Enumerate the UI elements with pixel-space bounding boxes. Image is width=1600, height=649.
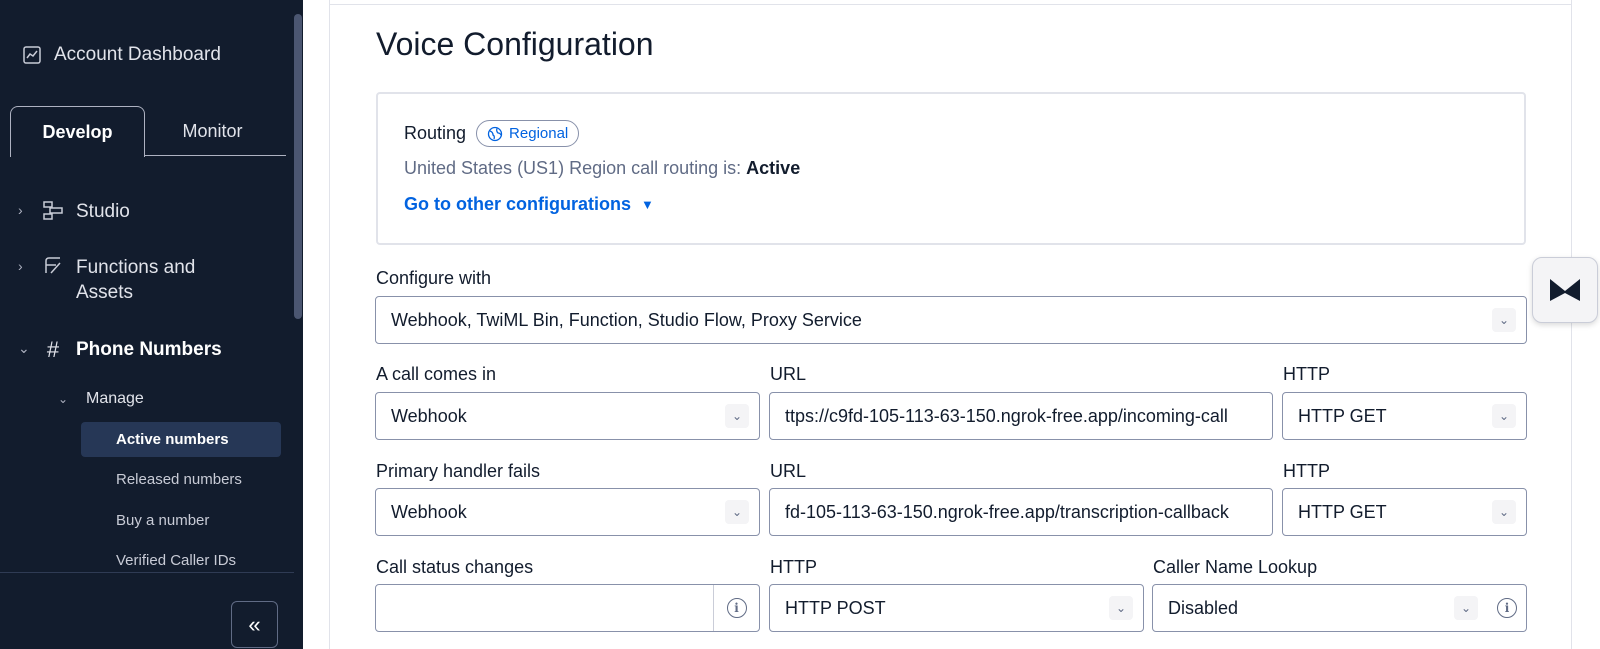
sidebar-item-buy-number[interactable]: Buy a number (81, 503, 281, 538)
primary-fails-url-value: fd-105-113-63-150.ngrok-free.app/transcr… (785, 501, 1229, 522)
chevron-down-icon: ▼ (641, 197, 654, 212)
call-comes-in-url-input[interactable]: ttps://c9fd-105-113-63-150.ngrok-free.ap… (769, 392, 1273, 440)
sidebar-item-label: Manage (86, 390, 144, 407)
region-status-value: Active (746, 158, 801, 178)
regional-badge-label: Regional (509, 125, 569, 142)
status-changes-label: Call status changes (376, 557, 534, 577)
status-changes-input[interactable]: i (375, 584, 760, 632)
chevron-down-icon: ⌄ (1109, 596, 1133, 620)
chevron-down-icon: ⌄ (18, 340, 30, 356)
chevron-down-icon: ⌄ (1492, 308, 1516, 332)
chart-icon (23, 46, 41, 64)
call-comes-in-label: A call comes in (376, 364, 497, 384)
call-comes-in-http-select[interactable]: HTTP GET ⌄ (1282, 392, 1527, 440)
call-comes-in-url-label: URL (770, 364, 807, 384)
sidebar-item-phone-numbers[interactable]: ⌄ # Phone Numbers (18, 337, 222, 363)
call-comes-in-http-label: HTTP (1283, 364, 1330, 384)
collapse-sidebar-button[interactable]: « (231, 601, 278, 648)
primary-fails-url-input[interactable]: fd-105-113-63-150.ngrok-free.app/transcr… (769, 488, 1273, 536)
other-configurations-label: Go to other configurations (404, 194, 631, 214)
configure-with-value: Webhook, TwiML Bin, Function, Studio Flo… (391, 309, 862, 330)
chevron-down-icon: ⌄ (1492, 500, 1516, 524)
function-icon (42, 255, 64, 283)
chevron-down-icon: ⌄ (58, 392, 69, 406)
routing-panel: Routing Regional United States (US1) Reg… (376, 92, 1526, 245)
primary-fails-http-select[interactable]: HTTP GET ⌄ (1282, 488, 1527, 536)
sidebar-divider (0, 572, 294, 573)
content-border-right (1571, 0, 1572, 649)
sidebar: Account Dashboard Develop Monitor › Stud… (0, 0, 303, 649)
info-icon: i (726, 598, 747, 618)
chevron-down-icon: ⌄ (725, 404, 749, 428)
caller-lookup-label: Caller Name Lookup (1153, 557, 1318, 577)
primary-fails-http-label: HTTP (1283, 461, 1330, 481)
primary-fails-http-value: HTTP GET (1298, 501, 1387, 522)
flow-icon (42, 199, 64, 227)
content-border-left (329, 0, 330, 649)
info-button[interactable]: i (713, 585, 759, 631)
chevron-down-icon: ⌄ (1492, 404, 1516, 428)
caller-lookup-value: Disabled (1168, 597, 1239, 618)
chevron-right-icon: › (18, 202, 23, 218)
configure-with-select[interactable]: Webhook, TwiML Bin, Function, Studio Flo… (375, 296, 1527, 344)
primary-fails-url-label: URL (770, 461, 807, 481)
primary-fails-label: Primary handler fails (376, 461, 541, 481)
floating-help-widget[interactable] (1532, 257, 1598, 323)
chevron-right-icon: › (18, 258, 23, 274)
status-changes-http-value: HTTP POST (785, 597, 886, 618)
chevron-down-icon: ⌄ (725, 500, 749, 524)
chevron-logo-icon (1550, 279, 1580, 301)
sidebar-scrollbar[interactable] (294, 14, 302, 319)
sidebar-item-label: Studio (76, 201, 130, 222)
call-comes-in-value: Webhook (391, 405, 467, 426)
sidebar-item-released-numbers[interactable]: Released numbers (81, 462, 281, 497)
chevron-down-icon: ⌄ (1454, 596, 1478, 620)
globe-icon (487, 126, 503, 141)
call-comes-in-select[interactable]: Webhook ⌄ (375, 392, 760, 440)
other-configurations-link[interactable]: Go to other configurations ▼ (404, 194, 654, 215)
sidebar-item-studio[interactable]: › Studio (18, 199, 130, 227)
info-icon: i (1497, 598, 1517, 618)
tab-monitor[interactable]: Monitor (145, 106, 280, 156)
call-comes-in-http-value: HTTP GET (1298, 405, 1387, 426)
region-status-prefix: United States (US1) Region call routing … (404, 158, 747, 178)
sidebar-tabs: Develop Monitor (10, 106, 286, 157)
sidebar-item-label: Functions and Assets (76, 257, 196, 303)
info-button[interactable]: i (1488, 585, 1526, 631)
routing-row: Routing Regional (404, 120, 580, 147)
content-border-top (329, 4, 1572, 5)
regional-badge: Regional (476, 120, 580, 147)
configure-with-label: Configure with (376, 268, 492, 288)
tab-develop[interactable]: Develop (10, 106, 145, 157)
account-dashboard-label: Account Dashboard (54, 44, 221, 65)
page-title: Voice Configuration (376, 26, 654, 62)
sidebar-item-functions[interactable]: › Functions and Assets (18, 255, 195, 305)
routing-label: Routing (404, 123, 467, 143)
status-changes-http-select[interactable]: HTTP POST ⌄ (769, 584, 1144, 632)
sidebar-item-active-numbers[interactable]: Active numbers (81, 422, 281, 457)
call-comes-in-url-value: ttps://c9fd-105-113-63-150.ngrok-free.ap… (785, 405, 1228, 426)
primary-fails-select[interactable]: Webhook ⌄ (375, 488, 760, 536)
sidebar-item-label: Phone Numbers (76, 339, 222, 360)
caller-lookup-select[interactable]: Disabled ⌄ i (1152, 584, 1527, 632)
sidebar-item-manage[interactable]: ⌄ Manage (58, 390, 144, 408)
account-dashboard-link[interactable]: Account Dashboard (22, 44, 221, 66)
hash-icon: # (46, 337, 60, 362)
region-status-text: United States (US1) Region call routing … (404, 158, 800, 179)
primary-fails-value: Webhook (391, 501, 467, 522)
status-changes-http-label: HTTP (770, 557, 817, 577)
